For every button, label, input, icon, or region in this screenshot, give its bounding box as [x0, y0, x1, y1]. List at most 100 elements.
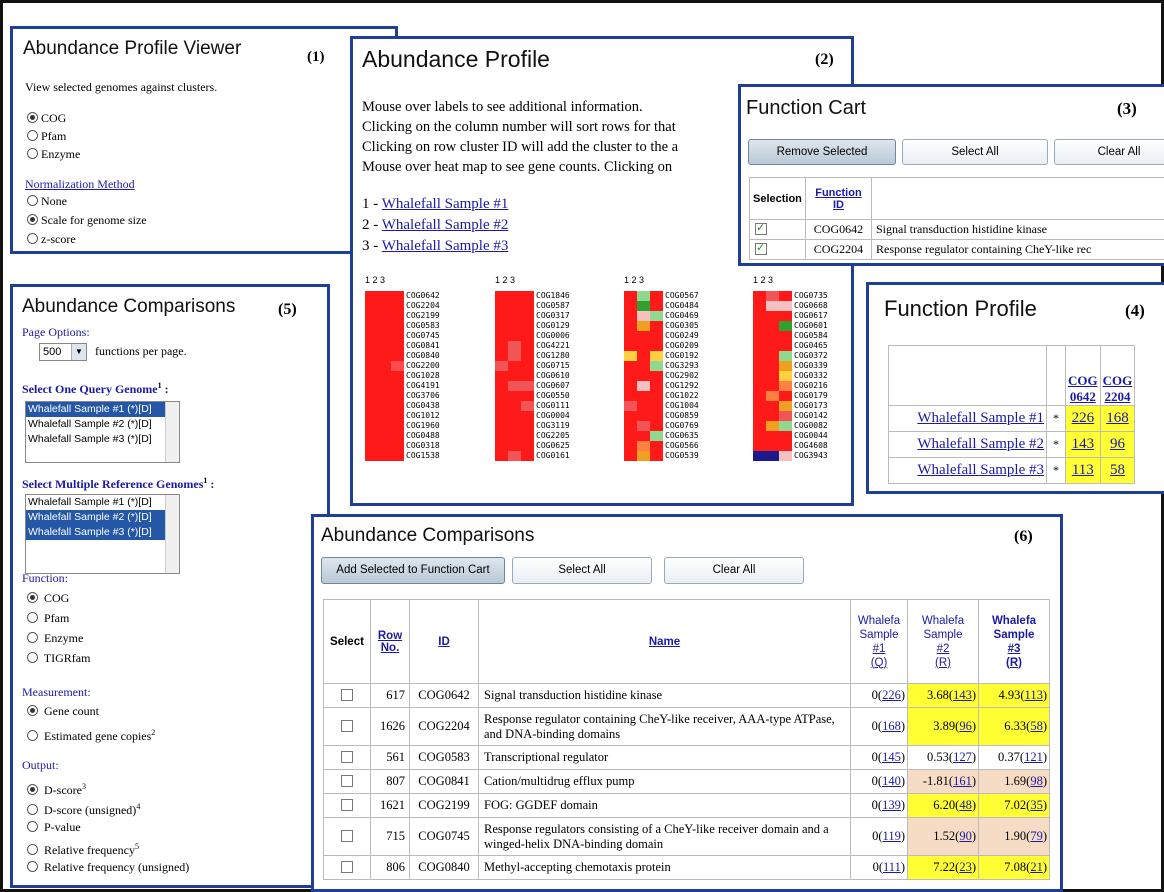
- scrollbar[interactable]: [165, 402, 179, 462]
- radio-option-scale[interactable]: Scale for genome size: [27, 211, 147, 230]
- heatmap-cell[interactable]: [624, 361, 637, 371]
- radio-button[interactable]: [27, 632, 38, 643]
- heatmap-cell[interactable]: [766, 381, 779, 391]
- count-link[interactable]: 226: [882, 688, 901, 702]
- count-link[interactable]: 145: [882, 750, 901, 764]
- heatmap-cell[interactable]: [521, 441, 534, 451]
- heatmap-cell[interactable]: [650, 391, 663, 401]
- heatmap-cell[interactable]: [766, 321, 779, 331]
- cluster-id-link[interactable]: COG2199: [406, 311, 440, 321]
- heatmap-cell[interactable]: [624, 421, 637, 431]
- cluster-id-link[interactable]: COG2204: [406, 301, 440, 311]
- cluster-id-link[interactable]: COG0372: [794, 351, 828, 361]
- sample-link[interactable]: Whalefall Sample #2: [382, 217, 509, 233]
- heatmap-cell[interactable]: [365, 381, 378, 391]
- cluster-id-link[interactable]: COG0216: [794, 381, 828, 391]
- cluster-id-link[interactable]: COG0082: [794, 421, 828, 431]
- count-link[interactable]: 139: [882, 798, 901, 812]
- heatmap-cell[interactable]: [624, 291, 637, 301]
- heatmap-cell[interactable]: [378, 331, 391, 341]
- radio-button[interactable]: [27, 784, 38, 795]
- cluster-id-link[interactable]: COG0567: [665, 291, 699, 301]
- heatmap-sample-column[interactable]: [637, 291, 650, 461]
- heatmap-cell[interactable]: [365, 421, 378, 431]
- heatmap-cell[interactable]: [508, 331, 521, 341]
- heatmap-cell[interactable]: [766, 341, 779, 351]
- heatmap-cell[interactable]: [637, 291, 650, 301]
- heatmap-cell[interactable]: [495, 411, 508, 421]
- heatmap-cell[interactable]: [650, 381, 663, 391]
- count-link[interactable]: 35: [1030, 798, 1043, 812]
- heatmap-cell[interactable]: [391, 351, 404, 361]
- row-checkbox[interactable]: [341, 720, 353, 732]
- heatmap-cell[interactable]: [378, 341, 391, 351]
- col-header-cog0642[interactable]: COG 0642: [1065, 345, 1101, 406]
- cluster-id-link[interactable]: COG0469: [665, 311, 699, 321]
- col-header-sample-1[interactable]: Whalefa Sample #1 (Q): [850, 599, 908, 684]
- heatmap-cell[interactable]: [508, 391, 521, 401]
- heatmap-cell[interactable]: [624, 311, 637, 321]
- heatmap-cell[interactable]: [495, 291, 508, 301]
- radio-button[interactable]: [27, 844, 38, 855]
- clear-all-button[interactable]: Clear All: [1054, 139, 1164, 165]
- cluster-id-link[interactable]: COG0840: [406, 351, 440, 361]
- cluster-id-link[interactable]: COG0635: [665, 431, 699, 441]
- radio-option-pfam[interactable]: Pfam: [27, 608, 90, 628]
- heatmap-cell[interactable]: [365, 371, 378, 381]
- heatmap-cell[interactable]: [779, 371, 792, 381]
- col-header-sample-2[interactable]: Whalefa Sample #2 (R): [907, 599, 979, 684]
- heatmap-cell[interactable]: [378, 451, 391, 461]
- heatmap-cell[interactable]: [495, 451, 508, 461]
- cluster-id-link[interactable]: COG0625: [536, 441, 570, 451]
- heatmap-cell[interactable]: [508, 361, 521, 371]
- heatmap-cell[interactable]: [753, 431, 766, 441]
- cluster-id-link[interactable]: COG1012: [406, 411, 440, 421]
- cluster-id-link[interactable]: COG0745: [406, 331, 440, 341]
- cluster-id-link[interactable]: COG0161: [536, 451, 570, 461]
- count-link[interactable]: 168: [882, 719, 901, 733]
- count-link[interactable]: 127: [953, 750, 972, 764]
- heatmap-cell[interactable]: [521, 391, 534, 401]
- heatmap-cell[interactable]: [521, 371, 534, 381]
- count-link[interactable]: 168: [1106, 410, 1129, 426]
- heatmap-cell[interactable]: [650, 421, 663, 431]
- cluster-id-link[interactable]: COG1022: [665, 391, 699, 401]
- heatmap-cell[interactable]: [637, 381, 650, 391]
- heatmap-cell[interactable]: [779, 421, 792, 431]
- cluster-id-link[interactable]: COG4221: [536, 341, 570, 351]
- heatmap-sample-column[interactable]: [624, 291, 637, 461]
- cluster-id-link[interactable]: COG0715: [536, 361, 570, 371]
- heatmap-cell[interactable]: [365, 401, 378, 411]
- heatmap-cell[interactable]: [766, 311, 779, 321]
- heatmap-cell[interactable]: [637, 341, 650, 351]
- cluster-id-link[interactable]: COG0584: [794, 331, 828, 341]
- heatmap-cell[interactable]: [637, 361, 650, 371]
- radio-button[interactable]: [27, 130, 38, 141]
- list-option[interactable]: Whalefall Sample #3 (*)[D]: [26, 525, 179, 540]
- heatmap-cell[interactable]: [766, 371, 779, 381]
- heatmap-cell[interactable]: [495, 381, 508, 391]
- heatmap[interactable]: 1 2 3 COG0642 COG2204 COG2199 COG0583 COG0745…: [365, 271, 845, 503]
- heatmap-cell[interactable]: [391, 421, 404, 431]
- heatmap-column-header[interactable]: 1 2 3: [624, 275, 644, 285]
- radio-option-zscore[interactable]: z-score: [27, 230, 147, 249]
- radio-button[interactable]: [27, 612, 38, 623]
- cluster-id-link[interactable]: COG0173: [794, 401, 828, 411]
- heatmap-sample-column[interactable]: [521, 291, 534, 461]
- heatmap-cell[interactable]: [365, 411, 378, 421]
- heatmap-cell[interactable]: [650, 341, 663, 351]
- heatmap-cell[interactable]: [779, 451, 792, 461]
- count-link[interactable]: 121: [1024, 750, 1043, 764]
- cluster-id-link[interactable]: COG2902: [665, 371, 699, 381]
- radio-option-pvalue[interactable]: P-value: [27, 817, 189, 837]
- heatmap-cell[interactable]: [650, 401, 663, 411]
- heatmap-cell[interactable]: [378, 301, 391, 311]
- heatmap-cell[interactable]: [779, 431, 792, 441]
- heatmap-cell[interactable]: [637, 311, 650, 321]
- heatmap-cell[interactable]: [508, 441, 521, 451]
- cluster-id-link[interactable]: COG0735: [794, 291, 828, 301]
- heatmap-cell[interactable]: [766, 441, 779, 451]
- heatmap-cell[interactable]: [753, 301, 766, 311]
- heatmap-cell[interactable]: [624, 441, 637, 451]
- heatmap-cell[interactable]: [391, 381, 404, 391]
